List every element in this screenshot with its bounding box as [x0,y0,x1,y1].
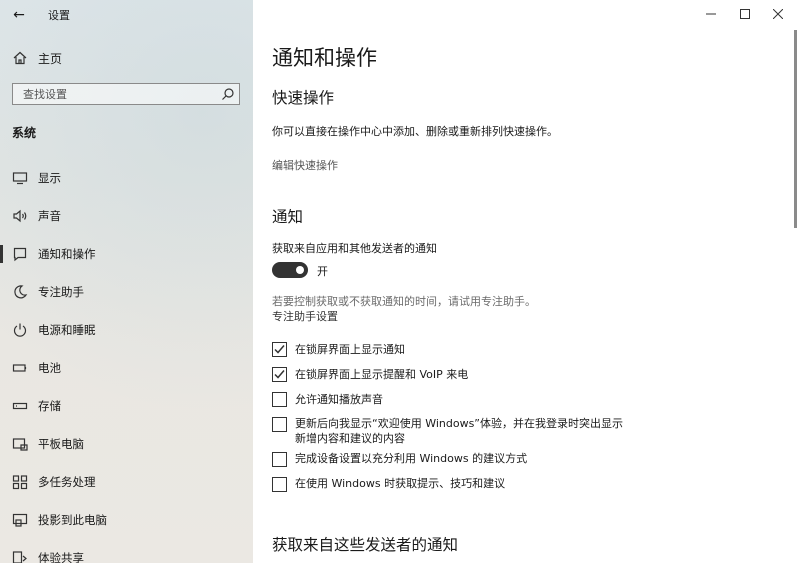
sidebar-item-shared-experiences[interactable]: 体验共享 [0,541,253,563]
scrollbar[interactable] [794,30,797,228]
sidebar: ← 设置 主页 系统 显示 声音 通知和操 [0,0,253,563]
checkbox-label: 新增内容和建议的内容 [295,432,405,445]
checkbox-label: 完成设备设置以充分利用 Windows 的建议方式 [295,452,528,465]
focus-assist-hint: 若要控制获取或不获取通知的时间，请试用专注助手。 [272,295,536,308]
get-notifications-label: 获取来自应用和其他发送者的通知 [272,242,437,255]
sidebar-item-project-to-pc[interactable]: 投影到此电脑 [0,503,253,537]
checkbox-tips-tricks[interactable] [272,477,287,492]
nav-home[interactable]: 主页 [0,44,253,72]
notifications-toggle[interactable] [272,262,308,278]
nav-home-label: 主页 [38,52,63,66]
checkbox-label: 允许通知播放声音 [295,393,383,406]
sidebar-item-label: 电池 [38,361,61,375]
close-button[interactable] [760,0,796,28]
app-title: 设置 [48,9,70,22]
sidebar-item-notifications[interactable]: 通知和操作 [0,237,253,271]
checkbox-label: 在锁屏界面上显示提醒和 VoIP 来电 [295,368,469,381]
moon-icon [14,285,28,299]
sidebar-item-display[interactable]: 显示 [0,161,253,195]
checkmark-icon [274,345,285,354]
checkbox-device-setup-suggestions[interactable] [272,452,287,467]
sidebar-item-focus-assist[interactable]: 专注助手 [0,275,253,309]
notifications-heading: 通知 [272,208,304,226]
checkbox-notification-sounds[interactable] [272,392,287,407]
battery-icon [12,364,27,372]
minimize-icon [706,13,716,15]
search-box[interactable] [12,83,240,105]
search-input[interactable] [13,84,223,104]
sidebar-item-tablet[interactable]: 平板电脑 [0,427,253,461]
page-title: 通知和操作 [272,46,377,70]
tablet-icon [12,438,28,451]
sidebar-item-label: 体验共享 [38,551,84,563]
checkbox-label: 在锁屏界面上显示通知 [295,343,405,356]
sidebar-item-label: 存储 [38,399,61,413]
checkbox-label: 更新后向我显示“欢迎使用 Windows”体验，并在我登录时突出显示 [295,417,623,430]
sidebar-item-power-sleep[interactable]: 电源和睡眠 [0,313,253,347]
close-icon [773,9,783,19]
sidebar-item-label: 多任务处理 [38,475,96,489]
home-icon [13,51,27,65]
speaker-icon [13,209,27,223]
senders-heading: 获取来自这些发送者的通知 [272,536,459,554]
main-content: 通知和操作 快速操作 你可以直接在操作中心中添加、删除或重新排列快速操作。 编辑… [253,0,800,563]
checkbox-lockscreen-notifications[interactable] [272,342,287,357]
checkbox-lockscreen-reminders-voip[interactable] [272,367,287,382]
multitask-icon [12,475,28,490]
focus-assist-settings-link[interactable]: 专注助手设置 [272,308,338,324]
notification-icon [13,247,27,262]
sidebar-item-label: 显示 [38,171,61,185]
checkbox-label: 在使用 Windows 时获取提示、技巧和建议 [295,477,506,490]
sidebar-item-storage[interactable]: 存储 [0,389,253,423]
checkbox-welcome-experience[interactable] [272,417,287,432]
sidebar-section-title: 系统 [12,126,37,140]
sidebar-item-label: 平板电脑 [38,437,84,451]
toggle-knob [296,266,304,274]
display-icon [12,172,28,185]
checkmark-icon [274,370,285,379]
minimize-button[interactable] [693,0,729,28]
sidebar-item-sound[interactable]: 声音 [0,199,253,233]
back-button[interactable]: ← [8,5,30,25]
maximize-button[interactable] [727,0,763,28]
power-icon [13,323,27,337]
sidebar-item-label: 通知和操作 [38,247,96,261]
search-icon[interactable] [221,87,235,101]
sidebar-item-multitasking[interactable]: 多任务处理 [0,465,253,499]
storage-icon [12,402,28,410]
quick-actions-heading: 快速操作 [272,89,335,107]
share-icon [12,551,27,563]
sidebar-item-label: 电源和睡眠 [38,323,96,337]
project-icon [12,513,28,527]
sidebar-item-label: 声音 [38,209,61,223]
toggle-state-label: 开 [317,265,328,278]
quick-actions-description: 你可以直接在操作中心中添加、删除或重新排列快速操作。 [272,125,558,138]
sidebar-item-battery[interactable]: 电池 [0,351,253,385]
sidebar-item-label: 专注助手 [38,285,84,299]
titlebar-left: ← 设置 [0,0,253,30]
maximize-icon [740,9,750,19]
sidebar-item-label: 投影到此电脑 [38,513,107,527]
edit-quick-actions-link[interactable]: 编辑快速操作 [272,157,338,173]
